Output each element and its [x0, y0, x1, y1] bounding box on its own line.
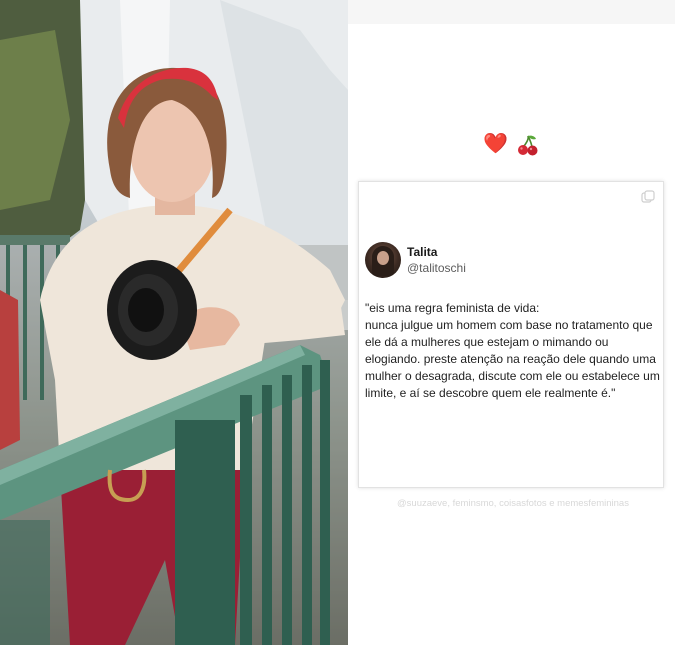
post-panel: ❤️ Talita @talitoschi "eis uma regra fem…: [348, 0, 675, 645]
cherries-icon: [517, 135, 538, 156]
avatar[interactable]: [365, 242, 401, 278]
photo-panel: [0, 0, 348, 645]
emoji-row: ❤️: [348, 130, 675, 157]
author-handle[interactable]: @talitoschi: [407, 261, 466, 275]
copy-icon[interactable]: [641, 190, 655, 204]
waterfall-photo: [0, 0, 348, 645]
top-bar: [348, 0, 675, 24]
tweet-text: "eis uma regra feminista de vida: nunca …: [365, 301, 660, 400]
credits-text: @suuzaeve, feminsmo, coisasfotos e memes…: [397, 498, 629, 509]
heart-icon: ❤️: [483, 131, 509, 155]
tweet-card: Talita @talitoschi "eis uma regra femini…: [358, 181, 664, 488]
author-name[interactable]: Talita: [407, 245, 437, 259]
